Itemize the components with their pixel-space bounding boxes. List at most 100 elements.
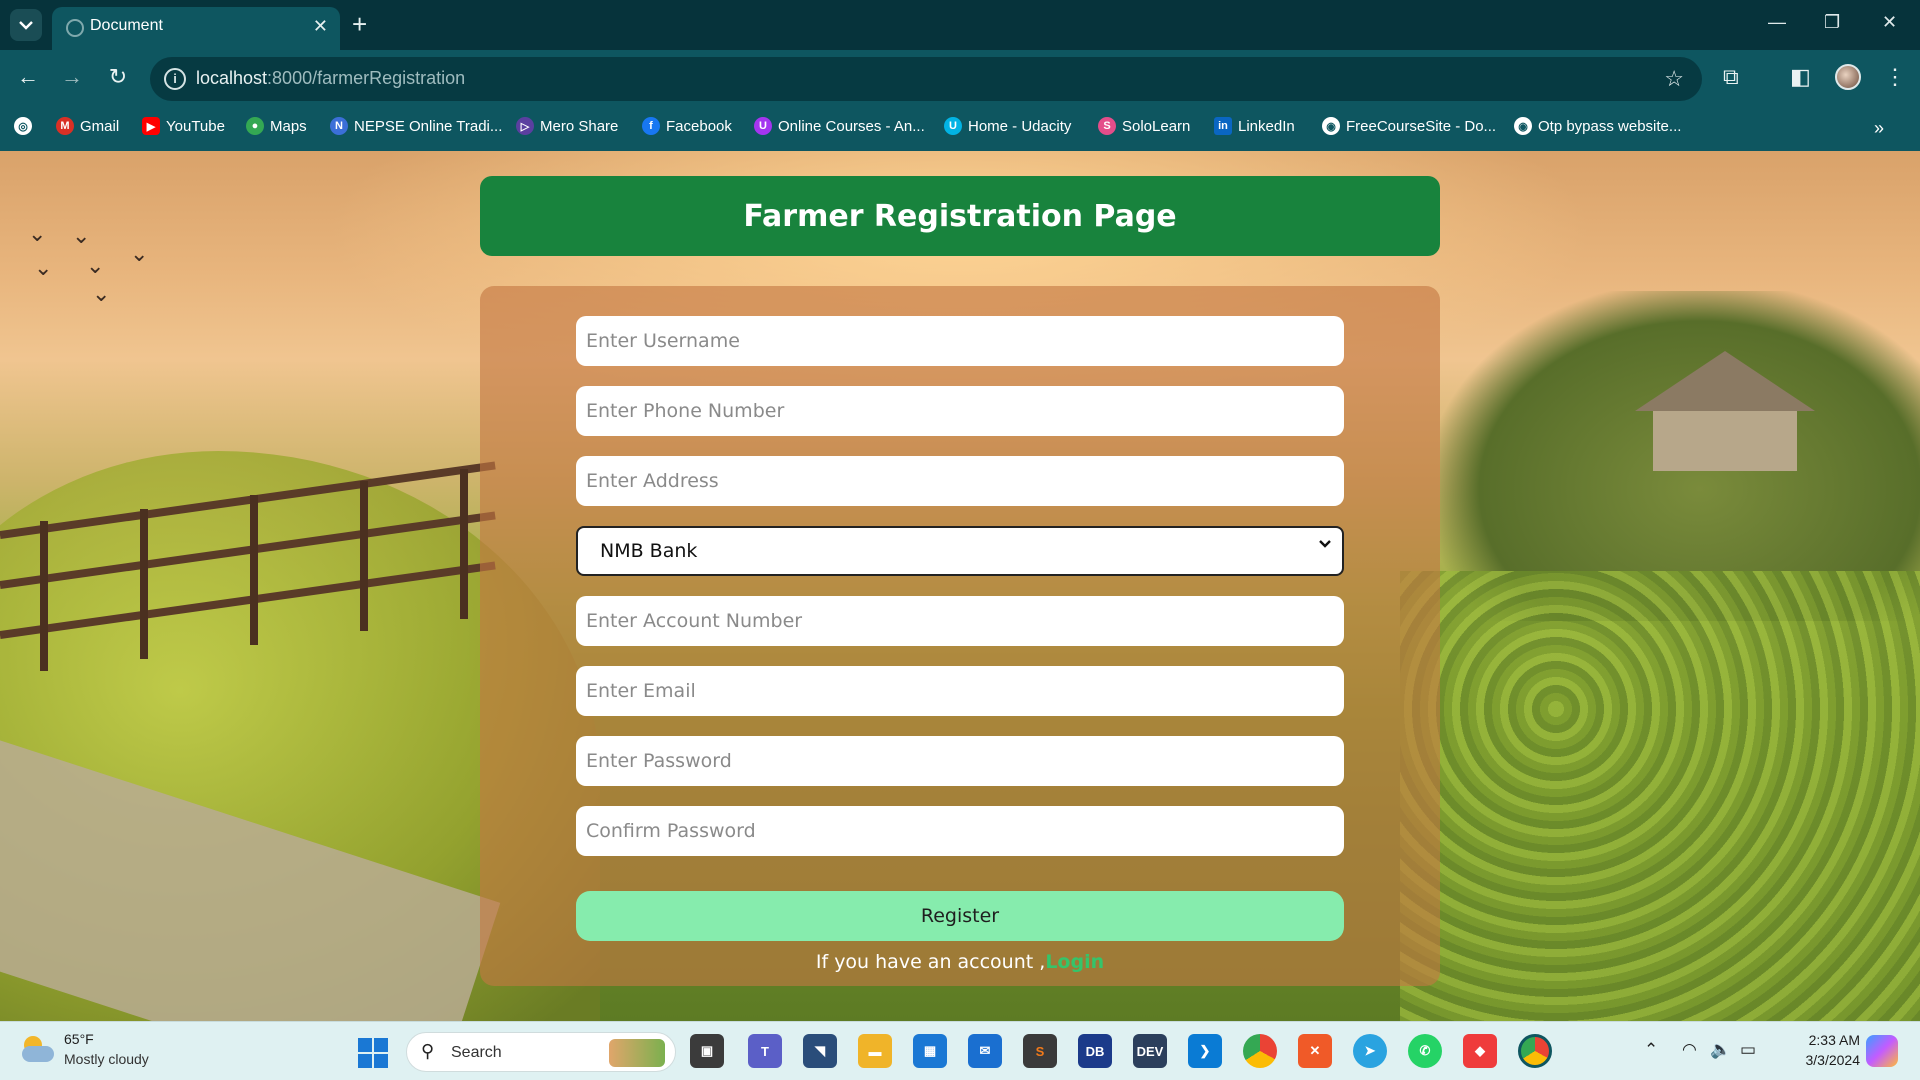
username-input[interactable] bbox=[576, 316, 1344, 366]
account-number-input[interactable] bbox=[576, 596, 1344, 646]
vscode-icon[interactable]: ❯ bbox=[1188, 1034, 1222, 1068]
copilot-icon[interactable] bbox=[1866, 1035, 1898, 1067]
bookmark-youtube[interactable]: ▶ YouTube bbox=[142, 117, 225, 135]
linkedin-icon: in bbox=[1214, 117, 1232, 135]
side-panel-icon[interactable]: ◧ bbox=[1790, 64, 1811, 90]
weather-desc[interactable]: Mostly cloudy bbox=[64, 1051, 149, 1067]
bookmark-otp-bypass[interactable]: ◉ Otp bypass website... bbox=[1514, 117, 1681, 135]
address-bar[interactable]: i localhost:8000/farmerRegistration ☆ bbox=[150, 57, 1702, 101]
xampp-icon[interactable]: ✕ bbox=[1298, 1034, 1332, 1068]
bird-icon: ⌄ bbox=[86, 253, 105, 278]
tab-search-button[interactable] bbox=[10, 9, 42, 41]
tab-bar: Document ✕ + — ❐ ✕ bbox=[0, 0, 1920, 50]
close-window-icon[interactable]: ✕ bbox=[1882, 12, 1897, 33]
bird-icon: ⌄ bbox=[28, 221, 47, 246]
mail-icon[interactable]: ✉ bbox=[968, 1034, 1002, 1068]
windows-start-icon[interactable] bbox=[358, 1038, 388, 1068]
bookmark-nepse[interactable]: N NEPSE Online Tradi... bbox=[330, 117, 502, 135]
nepse-icon: N bbox=[330, 117, 348, 135]
forward-icon[interactable]: → bbox=[58, 64, 86, 90]
bird-icon: ⌄ bbox=[92, 281, 111, 306]
bookmark-maps[interactable]: ● Maps bbox=[246, 117, 307, 135]
sublime-icon[interactable]: S bbox=[1023, 1034, 1057, 1068]
folder-icon[interactable]: ▬ bbox=[858, 1034, 892, 1068]
profile-avatar[interactable] bbox=[1835, 64, 1861, 90]
page-title: Farmer Registration Page bbox=[743, 198, 1177, 234]
weather-temp[interactable]: 65°F bbox=[64, 1031, 94, 1047]
reload-icon[interactable]: ↻ bbox=[104, 64, 132, 90]
confirm-password-input[interactable] bbox=[576, 806, 1344, 856]
mero-share-icon: ▷ bbox=[516, 117, 534, 135]
taskbar: 65°F Mostly cloudy ⚲ Search ▣ T ◥ ▬ ▦ ✉ … bbox=[0, 1021, 1920, 1080]
maps-icon: ● bbox=[246, 117, 264, 135]
login-prompt-text: If you have an account , bbox=[815, 951, 1046, 973]
password-input[interactable] bbox=[576, 736, 1344, 786]
youtube-icon: ▶ bbox=[142, 117, 160, 135]
telegram-icon[interactable]: ➤ bbox=[1353, 1034, 1387, 1068]
bookmark-sololearn[interactable]: S SoloLearn bbox=[1098, 117, 1190, 135]
url-text[interactable]: localhost:8000/farmerRegistration bbox=[196, 68, 465, 89]
teams-icon[interactable]: T bbox=[748, 1034, 782, 1068]
store-icon[interactable]: ▦ bbox=[913, 1034, 947, 1068]
anydesk-icon[interactable]: ◆ bbox=[1463, 1034, 1497, 1068]
gmail-icon: M bbox=[56, 117, 74, 135]
bank-select-value: NMB Bank bbox=[600, 540, 698, 562]
bookmark-mero-share[interactable]: ▷ Mero Share bbox=[516, 117, 618, 135]
chrome-icon[interactable] bbox=[1243, 1034, 1277, 1068]
search-label: Search bbox=[451, 1044, 502, 1061]
weather-cloudy-icon[interactable] bbox=[20, 1034, 54, 1064]
bookmark-freecoursesite[interactable]: ◉ FreeCourseSite - Do... bbox=[1322, 117, 1496, 135]
url-path: :8000/farmerRegistration bbox=[267, 68, 466, 88]
new-tab-button[interactable]: + bbox=[352, 10, 367, 38]
bookmark-gmail[interactable]: M Gmail bbox=[56, 117, 119, 135]
sololearn-icon: S bbox=[1098, 117, 1116, 135]
bookmark-udemy[interactable]: U Online Courses - An... bbox=[754, 117, 925, 135]
tab-document[interactable]: Document ✕ bbox=[52, 7, 340, 50]
visual-studio-icon[interactable]: ◥ bbox=[803, 1034, 837, 1068]
login-link[interactable]: Login bbox=[1045, 951, 1104, 973]
background-field-right bbox=[1400, 571, 1920, 1021]
search-highlight-icon bbox=[609, 1039, 665, 1067]
bookmark-star-icon[interactable]: ☆ bbox=[1664, 66, 1684, 92]
tab-title: Document bbox=[90, 17, 163, 34]
site-info-icon[interactable]: i bbox=[164, 68, 186, 90]
tray-overflow-icon[interactable]: ⌃ bbox=[1644, 1040, 1658, 1060]
bird-icon: ⌄ bbox=[130, 241, 149, 266]
clock-time[interactable]: 2:33 AM bbox=[1790, 1032, 1860, 1048]
db-icon[interactable]: DB bbox=[1078, 1034, 1112, 1068]
background-fence bbox=[0, 461, 500, 691]
search-icon: ⚲ bbox=[421, 1041, 435, 1061]
volume-icon[interactable]: 🔈 bbox=[1710, 1040, 1731, 1060]
bookmarks-overflow-icon[interactable]: » bbox=[1874, 118, 1884, 139]
extensions-icon[interactable]: ⧉ bbox=[1723, 64, 1739, 90]
phone-input[interactable] bbox=[576, 386, 1344, 436]
udemy-icon: U bbox=[754, 117, 772, 135]
menu-icon[interactable]: ⋮ bbox=[1884, 64, 1906, 90]
globe-icon: ◉ bbox=[1514, 117, 1532, 135]
devcpp-icon[interactable]: DEV bbox=[1133, 1034, 1167, 1068]
back-icon[interactable]: ← bbox=[14, 64, 42, 90]
bookmark-udacity[interactable]: U Home - Udacity bbox=[944, 117, 1071, 135]
address-input[interactable] bbox=[576, 456, 1344, 506]
url-host: localhost bbox=[196, 68, 268, 88]
chrome-active-icon[interactable] bbox=[1518, 1034, 1552, 1068]
email-input[interactable] bbox=[576, 666, 1344, 716]
taskbar-search[interactable]: ⚲ Search bbox=[406, 1032, 676, 1072]
chevron-down-icon bbox=[1319, 540, 1331, 548]
page-header: Farmer Registration Page bbox=[480, 176, 1440, 256]
whatsapp-icon[interactable]: ✆ bbox=[1408, 1034, 1442, 1068]
task-view-icon[interactable]: ▣ bbox=[690, 1034, 724, 1068]
wifi-icon[interactable]: ◠ bbox=[1682, 1040, 1697, 1060]
apps-icon[interactable]: ◎ bbox=[14, 117, 32, 135]
clock-date[interactable]: 3/3/2024 bbox=[1784, 1052, 1861, 1068]
login-prompt: If you have an account ,Login bbox=[480, 951, 1440, 973]
bookmark-linkedin[interactable]: in LinkedIn bbox=[1214, 117, 1295, 135]
register-button[interactable]: Register bbox=[576, 891, 1344, 941]
battery-icon[interactable]: ▭ bbox=[1740, 1040, 1756, 1060]
close-icon[interactable]: ✕ bbox=[313, 16, 328, 37]
restore-icon[interactable]: ❐ bbox=[1824, 12, 1840, 33]
minimize-icon[interactable]: — bbox=[1768, 12, 1786, 33]
globe-icon bbox=[66, 19, 84, 37]
bookmark-facebook[interactable]: f Facebook bbox=[642, 117, 732, 135]
bank-select[interactable]: NMB Bank bbox=[576, 526, 1344, 576]
